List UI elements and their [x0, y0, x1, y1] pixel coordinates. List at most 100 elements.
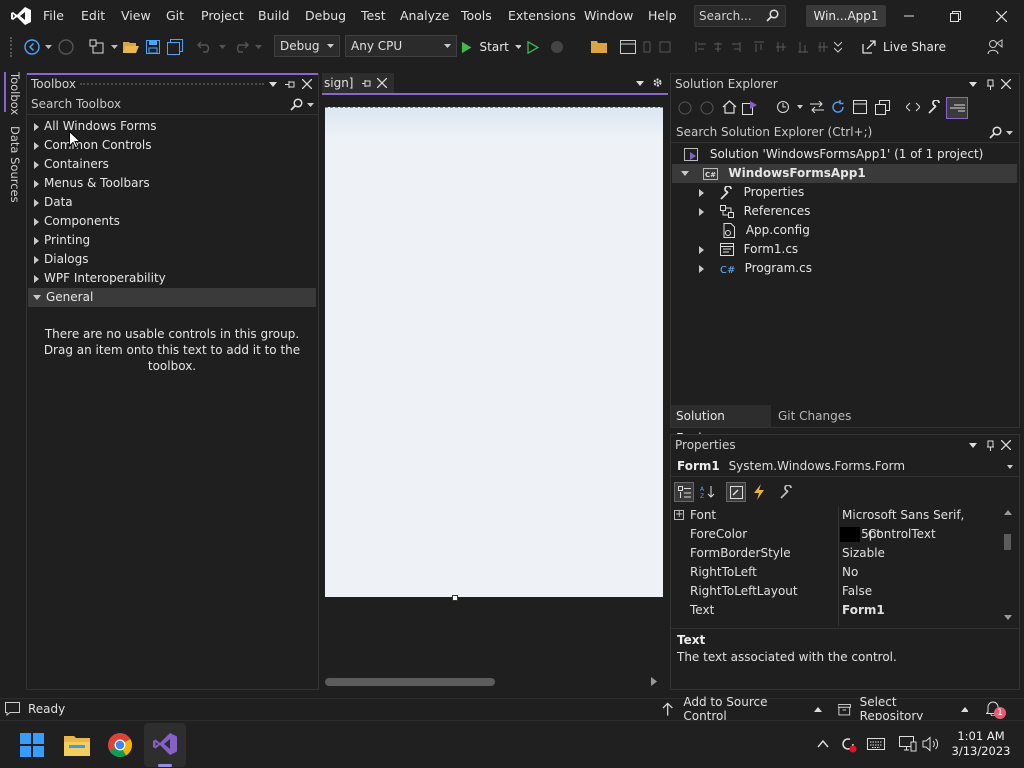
categorized-button[interactable]: [674, 482, 694, 502]
se-pin-button[interactable]: [983, 77, 997, 91]
se-item-app-config[interactable]: App.config: [722, 221, 810, 240]
network-display-icon[interactable]: [899, 736, 917, 752]
refresh-icon[interactable]: [831, 100, 845, 114]
alphabetical-icon[interactable]: AZ: [700, 485, 715, 499]
solution-platform-select[interactable]: Any CPU: [345, 35, 457, 57]
clock[interactable]: 1:01 AM 3/13/2023: [948, 729, 1014, 759]
menu-view[interactable]: View: [121, 0, 151, 32]
home-icon[interactable]: [722, 100, 737, 114]
menu-debug[interactable]: Debug: [305, 0, 346, 32]
designer-settings-button[interactable]: [650, 75, 664, 89]
save-all-button[interactable]: [165, 36, 185, 58]
events-lightning-icon[interactable]: [752, 484, 766, 500]
tab-list-dropdown[interactable]: [633, 76, 647, 90]
menu-help[interactable]: Help: [648, 0, 677, 32]
minimize-button[interactable]: [886, 0, 932, 32]
scrollbar-thumb[interactable]: [1004, 534, 1011, 550]
code-icon[interactable]: [906, 102, 920, 112]
file-explorer-taskbar-button[interactable]: [64, 734, 90, 756]
menu-window[interactable]: Window: [584, 0, 633, 32]
forward-icon[interactable]: [700, 101, 714, 115]
undo-button[interactable]: [194, 36, 216, 58]
toolbar-grip[interactable]: [10, 37, 14, 57]
start-menu-button[interactable]: [20, 733, 44, 757]
se-item-program[interactable]: C# Program.cs: [699, 259, 812, 278]
menu-test[interactable]: Test: [361, 0, 386, 32]
live-share-button[interactable]: Live Share: [862, 36, 970, 58]
tab-git-changes[interactable]: Git Changes: [773, 405, 853, 427]
back-icon[interactable]: [678, 101, 692, 115]
switch-views-icon[interactable]: [742, 100, 758, 115]
forward-button[interactable]: [56, 36, 76, 58]
se-search[interactable]: Search Solution Explorer (Ctrl+;): [671, 122, 1019, 143]
properties-options-button[interactable]: [966, 438, 980, 452]
toolbox-group[interactable]: All Windows Forms: [34, 117, 157, 136]
resize-handle[interactable]: [452, 595, 458, 601]
save-button[interactable]: [143, 36, 163, 58]
menu-tools[interactable]: Tools: [461, 0, 492, 32]
toolbox-close-button[interactable]: [300, 77, 314, 91]
properties-view-button[interactable]: [726, 482, 746, 502]
show-hidden-icons-icon[interactable]: [817, 740, 829, 748]
volume-icon[interactable]: [922, 736, 940, 752]
select-repository-button[interactable]: Select Repository: [838, 695, 968, 723]
properties-close-button[interactable]: [999, 438, 1013, 452]
property-row[interactable]: RightToLeftLayout False: [672, 582, 999, 601]
restore-button[interactable]: [932, 0, 978, 32]
data-sources-side-tab[interactable]: Data Sources: [8, 126, 22, 203]
sync-status-icon[interactable]: [839, 735, 857, 753]
wrench-icon[interactable]: [928, 100, 942, 114]
properties-vscrollbar[interactable]: [1000, 506, 1016, 626]
feedback-button[interactable]: [984, 36, 1006, 58]
toolbox-group[interactable]: Components: [34, 212, 120, 231]
show-all-files-icon[interactable]: [875, 100, 890, 115]
form-canvas[interactable]: [325, 107, 663, 597]
chrome-taskbar-button[interactable]: [108, 733, 132, 757]
new-project-dropdown[interactable]: [108, 36, 120, 58]
collapse-all-icon[interactable]: [853, 100, 867, 114]
back-button[interactable]: [22, 36, 42, 58]
new-project-button[interactable]: [86, 36, 108, 58]
property-row[interactable]: FormBorderStyle Sizable: [672, 544, 999, 563]
properties-pin-button[interactable]: [983, 438, 997, 452]
se-close-button[interactable]: [999, 77, 1013, 91]
open-button[interactable]: [121, 36, 141, 58]
redo-dropdown[interactable]: [252, 36, 264, 58]
toolbox-group-selected[interactable]: General: [28, 288, 316, 307]
designer-tab[interactable]: sign]: [322, 73, 394, 93]
solution-node[interactable]: Solution 'WindowsFormsApp1' (1 of 1 proj…: [684, 145, 983, 164]
se-item-form1[interactable]: Form1.cs: [699, 240, 798, 259]
property-row[interactable]: ForeColor ControlText: [672, 525, 999, 544]
toolbox-options-button[interactable]: [266, 77, 280, 91]
layout-button[interactable]: [617, 36, 639, 58]
hot-reload-button[interactable]: [546, 36, 568, 58]
toolbox-group[interactable]: Common Controls: [34, 136, 152, 155]
visual-studio-taskbar-button[interactable]: [144, 723, 186, 767]
menu-edit[interactable]: Edit: [81, 0, 105, 32]
expand-icon[interactable]: +: [674, 510, 684, 520]
property-row-selected[interactable]: Text Form1: [672, 601, 999, 620]
output-message-icon[interactable]: [5, 702, 20, 716]
se-item-properties[interactable]: Properties: [699, 183, 804, 202]
preview-selected-button[interactable]: [946, 97, 968, 119]
property-row[interactable]: RightToLeft No: [672, 563, 999, 582]
toolbar-overflow[interactable]: [830, 36, 846, 58]
solution-explorer-toolbar-button[interactable]: [588, 36, 610, 58]
menu-extensions[interactable]: Extensions: [508, 0, 576, 32]
close-window-button[interactable]: [978, 0, 1024, 32]
toolbox-group[interactable]: Menus & Toolbars: [34, 174, 150, 193]
tab-solution-explorer[interactable]: Solution Explorer: [671, 405, 771, 445]
toolbox-group[interactable]: Containers: [34, 155, 109, 174]
toolbox-side-tab[interactable]: Toolbox: [8, 72, 22, 115]
keyboard-icon[interactable]: [867, 738, 885, 750]
back-dropdown[interactable]: [42, 36, 54, 58]
property-pages-icon[interactable]: [780, 485, 794, 499]
notifications-button[interactable]: 1: [986, 700, 1010, 720]
add-to-source-control-button[interactable]: Add to Source Control: [662, 695, 822, 723]
menu-project[interactable]: Project: [201, 0, 244, 32]
start-without-debugging-button[interactable]: [523, 36, 543, 58]
toolbox-group[interactable]: Printing: [34, 231, 90, 250]
solution-config-select[interactable]: Debug: [274, 35, 340, 57]
menu-analyze[interactable]: Analyze: [400, 0, 449, 32]
toolbox-group[interactable]: Data: [34, 193, 73, 212]
